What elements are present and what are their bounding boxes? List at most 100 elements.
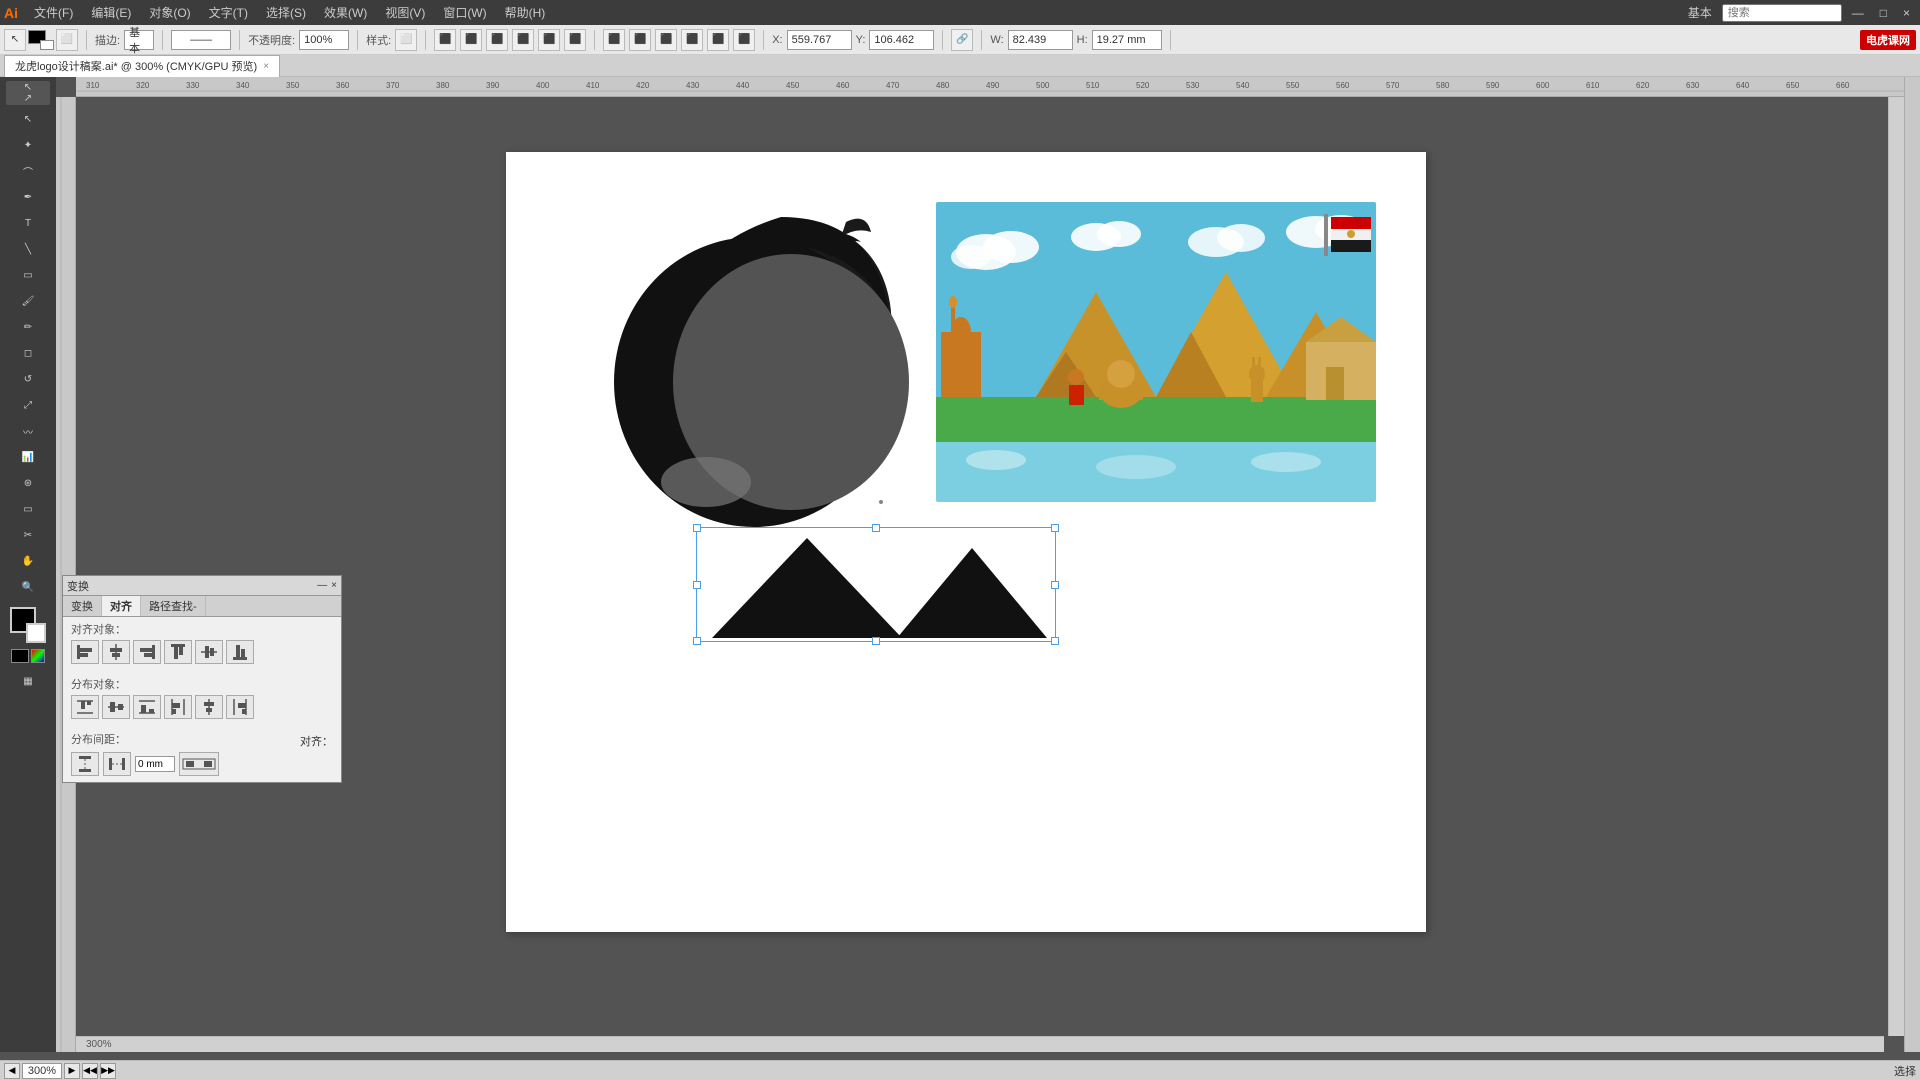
- handle-tl[interactable]: [693, 524, 701, 532]
- close-button[interactable]: ×: [1897, 4, 1916, 22]
- dist-left-btn[interactable]: [164, 695, 192, 719]
- stroke-line-style[interactable]: ——: [171, 30, 231, 50]
- handle-bm[interactable]: [872, 637, 880, 645]
- h-scrollbar[interactable]: 300%: [76, 1036, 1884, 1052]
- artboard-btn[interactable]: ▭: [6, 497, 50, 521]
- rect-tool-btn[interactable]: ▭: [6, 263, 50, 287]
- pen-tool-btn[interactable]: ✒: [6, 185, 50, 209]
- dist-top-btn[interactable]: [71, 695, 99, 719]
- align-center-btn[interactable]: ⬛: [460, 29, 482, 51]
- menu-window[interactable]: 窗口(W): [435, 2, 494, 23]
- menu-effect[interactable]: 效果(W): [316, 2, 375, 23]
- tab-align[interactable]: 对齐: [102, 596, 141, 616]
- align-to-selection-btn[interactable]: [179, 752, 219, 776]
- tab-transform[interactable]: 变换: [63, 596, 102, 616]
- align-top-edges-btn[interactable]: [164, 640, 192, 664]
- warp-btn[interactable]: 〰: [6, 419, 50, 443]
- line-tool-btn[interactable]: ╲: [6, 237, 50, 261]
- menu-text[interactable]: 文字(T): [201, 2, 256, 23]
- gradient-swatch[interactable]: [31, 649, 45, 663]
- type-tool-btn[interactable]: T: [6, 211, 50, 235]
- handle-bl[interactable]: [693, 637, 701, 645]
- graph-btn[interactable]: 📊: [6, 445, 50, 469]
- stroke-color-swatch[interactable]: [40, 40, 54, 50]
- y-input[interactable]: 106.462: [869, 30, 934, 50]
- hand-btn[interactable]: ✋: [6, 549, 50, 573]
- align-middle-btn[interactable]: ⬛: [538, 29, 560, 51]
- style-icon[interactable]: ⬜: [395, 29, 417, 51]
- rotate-btn[interactable]: ↺: [6, 367, 50, 391]
- select-tool-btn[interactable]: ↖: [4, 29, 26, 51]
- direct-select-btn[interactable]: ↖: [6, 107, 50, 131]
- lasso-btn[interactable]: ⌒: [6, 159, 50, 183]
- eraser-btn[interactable]: ◻: [6, 341, 50, 365]
- fill-style-btn[interactable]: ⬜: [56, 29, 78, 51]
- paintbrush-btn[interactable]: 🖌: [6, 289, 50, 313]
- dist-b-btn[interactable]: ⬛: [681, 29, 703, 51]
- handle-mr[interactable]: [1051, 581, 1059, 589]
- scale-btn[interactable]: ⤢: [6, 393, 50, 417]
- menu-edit[interactable]: 编辑(E): [83, 2, 139, 23]
- zoom-btn[interactable]: 🔍: [6, 575, 50, 599]
- dist-v-space-btn[interactable]: [71, 752, 99, 776]
- tab-close-btn[interactable]: ×: [263, 61, 269, 72]
- v-scrollbar[interactable]: [1888, 97, 1904, 1036]
- align-left-edges-btn[interactable]: [71, 640, 99, 664]
- canvas-area[interactable]: 310 320 330 340 350 360 370 380 390 400 …: [56, 77, 1904, 1052]
- dist-hcenter-btn[interactable]: [195, 695, 223, 719]
- handle-tm[interactable]: [872, 524, 880, 532]
- document-tab[interactable]: 龙虎logo设计稿案.ai* @ 300% (CMYK/GPU 预览) ×: [4, 55, 280, 77]
- align-bottom-edges-btn[interactable]: [226, 640, 254, 664]
- dist-right-btn[interactable]: [226, 695, 254, 719]
- tab-pathfinder[interactable]: 路径查找-: [141, 596, 206, 616]
- menu-file[interactable]: 文件(F): [26, 2, 81, 23]
- magic-wand-btn[interactable]: ✦: [6, 133, 50, 157]
- stroke-weight-input[interactable]: 基本: [124, 30, 154, 50]
- align-right-edges-btn[interactable]: [133, 640, 161, 664]
- menu-view[interactable]: 视图(V): [377, 2, 433, 23]
- menu-object[interactable]: 对象(O): [141, 2, 198, 23]
- minimize-button[interactable]: —: [1846, 4, 1870, 22]
- dist-v-btn[interactable]: ⬛: [629, 29, 651, 51]
- handle-ml[interactable]: [693, 581, 701, 589]
- next-frame-btn[interactable]: ▶▶: [100, 1063, 116, 1079]
- menu-select[interactable]: 选择(S): [258, 2, 314, 23]
- w-input[interactable]: 82.439: [1008, 30, 1073, 50]
- align-h-center-btn[interactable]: [102, 640, 130, 664]
- dist-t-btn[interactable]: ⬛: [655, 29, 677, 51]
- dist-r-btn[interactable]: ⬛: [733, 29, 755, 51]
- dist-h-space-btn[interactable]: [103, 752, 131, 776]
- dist-vcenter-btn[interactable]: [102, 695, 130, 719]
- pencil-btn[interactable]: ✏: [6, 315, 50, 339]
- handle-br[interactable]: [1051, 637, 1059, 645]
- symbol-spray-btn[interactable]: ⊛: [6, 471, 50, 495]
- slice-btn[interactable]: ✂: [6, 523, 50, 547]
- zoom-value[interactable]: 300%: [22, 1063, 62, 1079]
- pattern-btn[interactable]: ▦: [6, 669, 50, 693]
- h-input[interactable]: 19.27 mm: [1092, 30, 1162, 50]
- handle-tr[interactable]: [1051, 524, 1059, 532]
- canvas-content[interactable]: [76, 97, 1904, 1032]
- search-input[interactable]: [1722, 4, 1842, 22]
- dist-l-btn[interactable]: ⬛: [707, 29, 729, 51]
- align-v-center-btn[interactable]: [195, 640, 223, 664]
- align-right-btn[interactable]: ⬛: [486, 29, 508, 51]
- zoom-out-btn[interactable]: ◀: [4, 1063, 20, 1079]
- opacity-input[interactable]: 100%: [299, 30, 349, 50]
- background-color[interactable]: [26, 623, 46, 643]
- align-top-btn[interactable]: ⬛: [512, 29, 534, 51]
- x-input[interactable]: 559.767: [787, 30, 852, 50]
- link-icon[interactable]: 🔗: [951, 29, 973, 51]
- dist-bottom-btn[interactable]: [133, 695, 161, 719]
- zoom-in-btn[interactable]: ▶: [64, 1063, 80, 1079]
- menu-help[interactable]: 帮助(H): [497, 2, 554, 23]
- align-bottom-btn[interactable]: ⬛: [564, 29, 586, 51]
- panel-collapse-btn[interactable]: —: [317, 580, 327, 591]
- panel-close-btn[interactable]: ×: [331, 580, 337, 591]
- dist-h-btn[interactable]: ⬛: [603, 29, 625, 51]
- maximize-button[interactable]: □: [1874, 4, 1893, 22]
- selection-tool-btn[interactable]: ↖↗: [6, 81, 50, 105]
- align-left-btn[interactable]: ⬛: [434, 29, 456, 51]
- prev-frame-btn[interactable]: ◀◀: [82, 1063, 98, 1079]
- spacing-input[interactable]: [135, 756, 175, 772]
